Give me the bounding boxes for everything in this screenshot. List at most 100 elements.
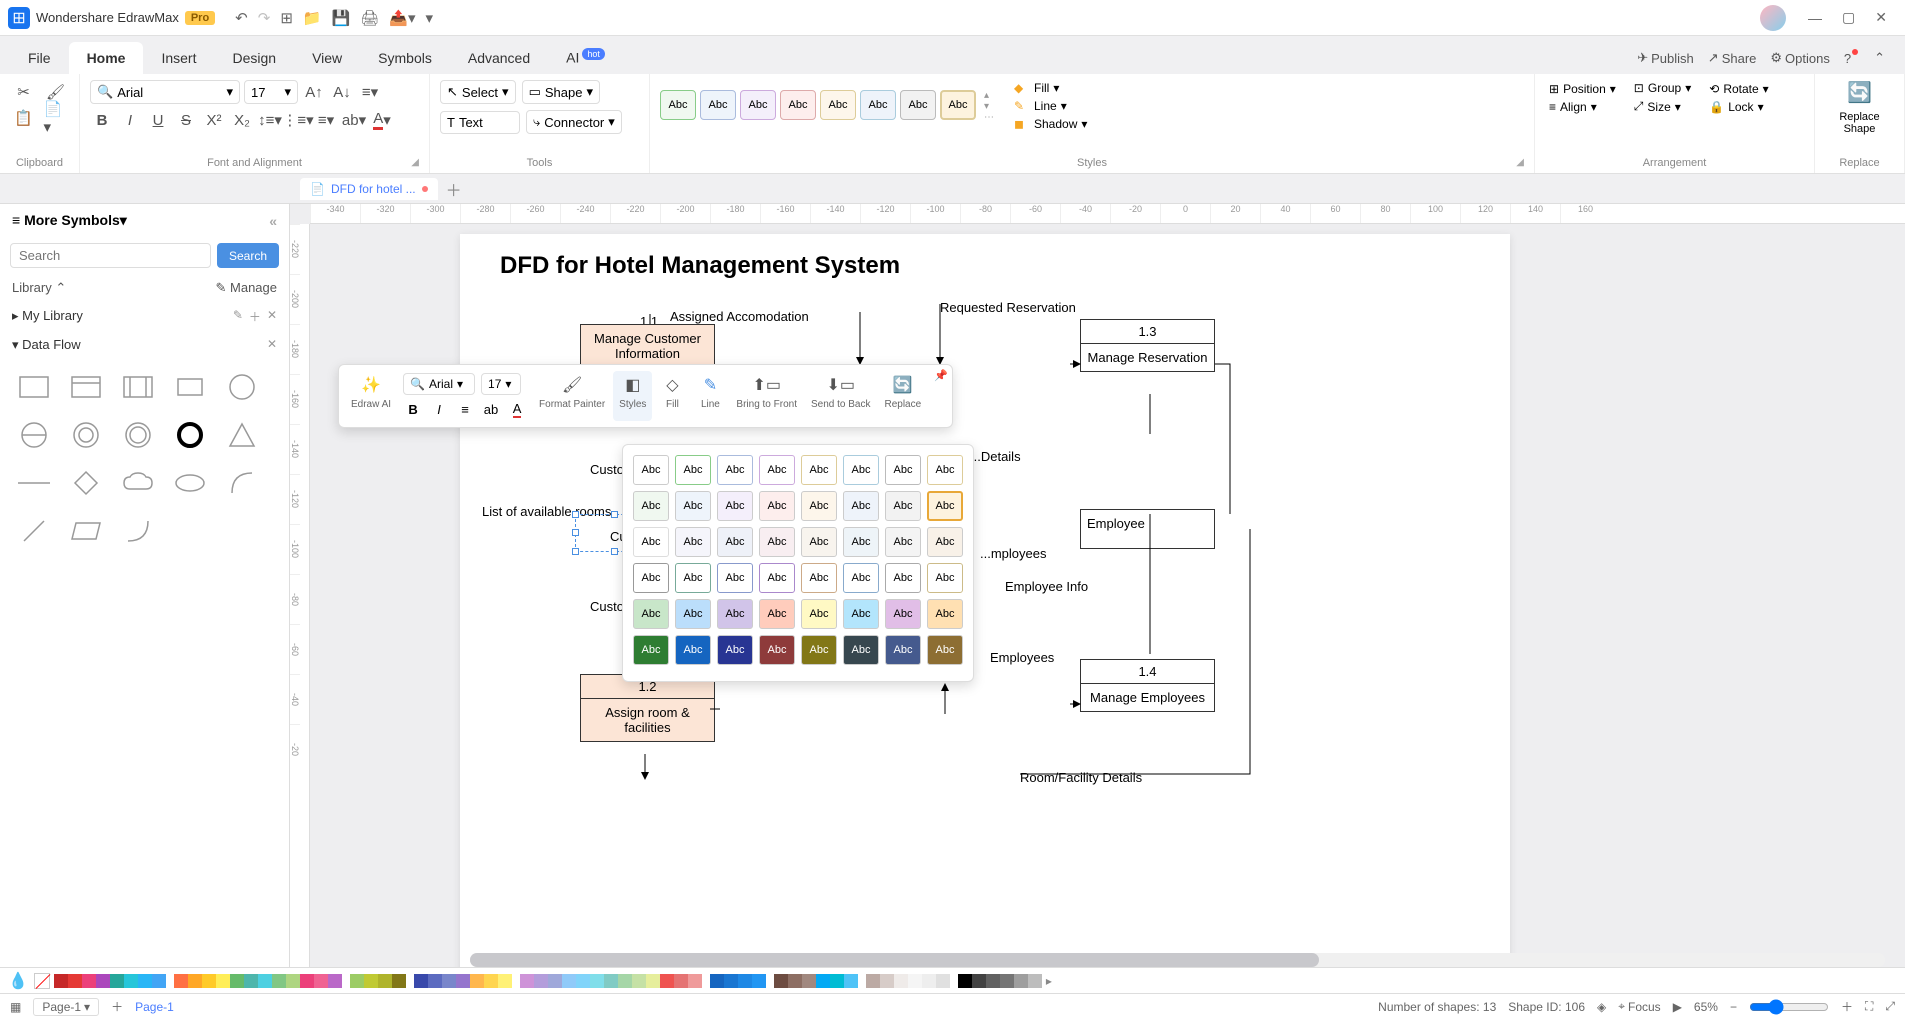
style-swatch[interactable]: Abc: [675, 491, 711, 521]
style-swatch[interactable]: Abc: [675, 527, 711, 557]
focus-button[interactable]: ⌖ Focus: [1618, 999, 1660, 1014]
color-swatch[interactable]: [216, 974, 230, 988]
more-colors[interactable]: ▸: [1046, 974, 1052, 988]
style-swatch[interactable]: Abc: [717, 563, 753, 593]
color-swatch[interactable]: [660, 974, 674, 988]
qat-more[interactable]: ▾: [426, 9, 434, 27]
options-button[interactable]: ⚙ Options: [1770, 50, 1829, 66]
shape-triangle[interactable]: [220, 415, 264, 455]
styles-down[interactable]: ▾: [984, 101, 994, 112]
fullscreen[interactable]: ⤢: [1885, 999, 1895, 1014]
position-button[interactable]: ⊞ Position▾: [1545, 81, 1620, 97]
zoom-in[interactable]: ＋: [1841, 998, 1853, 1015]
color-swatch[interactable]: [300, 974, 314, 988]
cut-button[interactable]: ✂: [12, 80, 36, 104]
style-swatch[interactable]: Abc: [801, 455, 837, 485]
color-swatch[interactable]: [972, 974, 986, 988]
style-swatch[interactable]: Abc: [927, 455, 963, 485]
dataflow-section[interactable]: ▾ Data Flow ✕: [0, 331, 289, 359]
underline-button[interactable]: U: [146, 108, 170, 132]
active-page-tab[interactable]: Page-1: [135, 1000, 174, 1014]
process-node[interactable]: 1.4 Manage Employees: [1080, 659, 1215, 712]
shape-curve[interactable]: [116, 511, 160, 551]
color-swatch[interactable]: [96, 974, 110, 988]
page[interactable]: DFD for Hotel Management System 1.1 Assi…: [460, 234, 1510, 967]
color-swatch[interactable]: [562, 974, 576, 988]
highlight-button[interactable]: ab▾: [342, 108, 366, 132]
color-swatch[interactable]: [314, 974, 328, 988]
style-preset-active[interactable]: Abc: [940, 90, 976, 120]
style-swatch[interactable]: Abc: [843, 491, 879, 521]
float-fill[interactable]: ◇Fill: [654, 371, 690, 421]
style-swatch[interactable]: Abc: [633, 455, 669, 485]
flow-label[interactable]: Requested Reservation: [940, 300, 1076, 315]
styles-expand[interactable]: ⋯: [984, 112, 994, 123]
shape-circle4[interactable]: [116, 415, 160, 455]
style-swatch[interactable]: Abc: [759, 563, 795, 593]
new-button[interactable]: ⊞: [280, 9, 293, 27]
replace-shape-button[interactable]: 🔄: [1847, 80, 1872, 105]
play-button[interactable]: ▶: [1673, 1000, 1682, 1014]
add-page-button[interactable]: ＋: [111, 998, 123, 1015]
zoom-out[interactable]: −: [1730, 1000, 1737, 1014]
shape-tool[interactable]: ▭ Shape ▾: [522, 80, 600, 104]
font-grow-button[interactable]: A↑: [302, 80, 326, 104]
open-button[interactable]: 📁: [303, 9, 322, 27]
fit-page[interactable]: ⛶: [1865, 999, 1873, 1014]
style-swatch[interactable]: Abc: [927, 635, 963, 665]
tab-home[interactable]: Home: [69, 42, 144, 74]
float-color[interactable]: A: [507, 399, 527, 419]
tab-file[interactable]: File: [10, 42, 69, 74]
color-swatch[interactable]: [724, 974, 738, 988]
color-swatch[interactable]: [646, 974, 660, 988]
line-button[interactable]: ✎Line ▾: [1010, 98, 1091, 114]
color-swatch[interactable]: [520, 974, 534, 988]
lock-button[interactable]: 🔒 Lock▾: [1705, 99, 1772, 115]
zoom-slider[interactable]: [1749, 999, 1829, 1015]
style-preset[interactable]: Abc: [780, 90, 816, 120]
library-toggle[interactable]: Library ⌃: [12, 280, 66, 296]
color-swatch[interactable]: [674, 974, 688, 988]
fill-button[interactable]: ◆Fill ▾: [1010, 80, 1091, 96]
style-swatch[interactable]: Abc: [717, 455, 753, 485]
italic-button[interactable]: I: [118, 108, 142, 132]
shape-rect3[interactable]: [116, 367, 160, 407]
color-swatch[interactable]: [68, 974, 82, 988]
flow-label[interactable]: Employees: [990, 650, 1054, 665]
color-swatch[interactable]: [188, 974, 202, 988]
numbered-button[interactable]: ≡▾: [314, 108, 338, 132]
superscript-button[interactable]: X²: [202, 108, 226, 132]
color-swatch[interactable]: [364, 974, 378, 988]
tab-symbols[interactable]: Symbols: [360, 42, 450, 74]
style-swatch[interactable]: Abc: [885, 491, 921, 521]
float-front[interactable]: ⬆▭Bring to Front: [730, 371, 803, 421]
style-swatch[interactable]: Abc: [717, 599, 753, 629]
subscript-button[interactable]: X₂: [230, 108, 254, 132]
print-button[interactable]: 🖨: [360, 9, 379, 27]
style-preset[interactable]: Abc: [740, 90, 776, 120]
style-swatch[interactable]: Abc: [885, 635, 921, 665]
float-line[interactable]: ✎Line: [692, 371, 728, 421]
color-swatch[interactable]: [272, 974, 286, 988]
color-swatch[interactable]: [82, 974, 96, 988]
float-font-family[interactable]: 🔍Arial▾: [403, 373, 475, 395]
shape-ellipse[interactable]: [168, 463, 212, 503]
flow-label[interactable]: Room/Facility Details: [1020, 770, 1142, 785]
color-swatch[interactable]: [802, 974, 816, 988]
paste-button[interactable]: 📄▾: [44, 106, 68, 130]
zoom-level[interactable]: 65%: [1694, 1000, 1718, 1014]
shape-parallelogram[interactable]: [64, 511, 108, 551]
color-swatch[interactable]: [590, 974, 604, 988]
shape-diamond[interactable]: [64, 463, 108, 503]
style-swatch[interactable]: Abc: [759, 491, 795, 521]
bold-button[interactable]: B: [90, 108, 114, 132]
style-swatch[interactable]: Abc: [801, 527, 837, 557]
color-swatch[interactable]: [1028, 974, 1042, 988]
color-swatch[interactable]: [830, 974, 844, 988]
color-swatch[interactable]: [958, 974, 972, 988]
color-swatch[interactable]: [1000, 974, 1014, 988]
color-swatch[interactable]: [392, 974, 406, 988]
shape-cloud[interactable]: [116, 463, 160, 503]
process-node[interactable]: 1.2 Assign room & facilities: [580, 674, 715, 742]
float-italic[interactable]: I: [429, 399, 449, 419]
